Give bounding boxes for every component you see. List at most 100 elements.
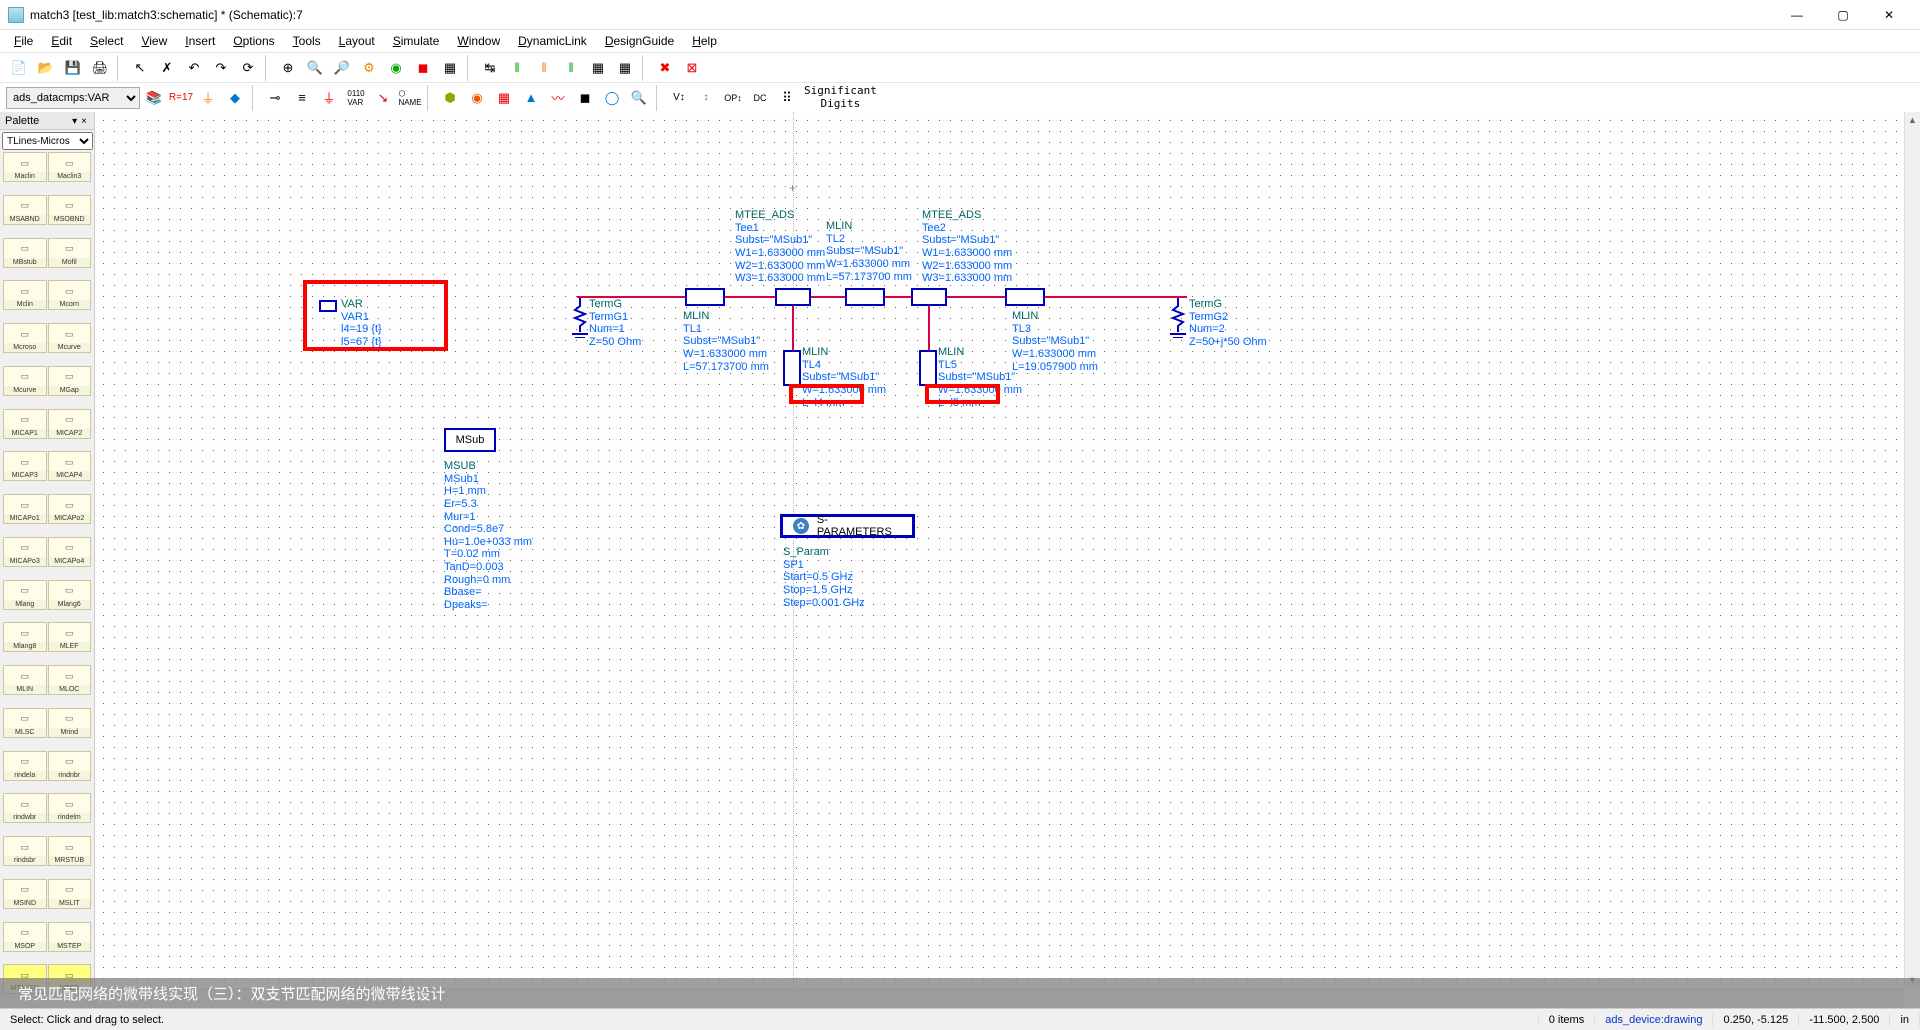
grid-button[interactable]: ▦ — [437, 55, 463, 81]
vertical-scrollbar[interactable]: ▲ ▼ — [1904, 112, 1920, 988]
palette-item-mcorn[interactable]: ▭Mcorn — [48, 280, 92, 310]
palette-item-rindela[interactable]: ▭rindela — [3, 751, 47, 781]
pin-button[interactable]: R=17 — [168, 85, 194, 111]
zoom-out-button[interactable]: 🔎 — [329, 55, 355, 81]
ground-button[interactable]: ⏚ — [195, 85, 221, 111]
palette-item-mofil[interactable]: ▭Mofil — [48, 238, 92, 268]
sim6-button[interactable]: ◼ — [572, 85, 598, 111]
termg2-symbol[interactable] — [1168, 298, 1188, 338]
palette-category-combo[interactable]: TLines-Micros — [2, 132, 93, 150]
sparam-block[interactable]: S_Param SP1 Start=0.5 GHzStop=1.5 GHzSte… — [783, 546, 865, 609]
palette-item-micapo4[interactable]: ▭MICAPo4 — [48, 537, 92, 567]
save-button[interactable]: 💾 — [60, 55, 86, 81]
palette-item-micapo1[interactable]: ▭MICAPo1 — [3, 494, 47, 524]
palette-item-micapo3[interactable]: ▭MICAPo3 — [3, 537, 47, 567]
status-layer[interactable]: ads_device:drawing — [1595, 1014, 1713, 1026]
termg2-block[interactable]: TermG TermG2 Num=2Z=50+j*50 Ohm — [1189, 298, 1267, 349]
menu-window[interactable]: Window — [449, 32, 508, 50]
tl3-block[interactable]: MLIN TL3 Subst="MSub1"W=1.633000 mmL=19.… — [1012, 310, 1098, 373]
sim5-button[interactable]: 〰 — [545, 85, 571, 111]
comp-box-tl4[interactable] — [783, 350, 801, 386]
text-button[interactable]: ↘ — [370, 85, 396, 111]
palette-item-msop[interactable]: ▭MSOP — [3, 922, 47, 952]
comp-box-tee1[interactable] — [775, 288, 811, 306]
msub-box[interactable]: MSub — [444, 428, 496, 452]
termg1-symbol[interactable] — [570, 298, 590, 338]
palette-item-msind[interactable]: ▭MSIND — [3, 879, 47, 909]
component-combo[interactable]: ads_datacmps:VAR — [6, 87, 140, 109]
menu-options[interactable]: Options — [225, 32, 282, 50]
sim7-button[interactable]: ◯ — [599, 85, 625, 111]
mirror2-button[interactable]: ‖ — [504, 55, 530, 81]
comp-box-tl2[interactable] — [845, 288, 885, 306]
print-button[interactable]: 🖨 — [87, 55, 113, 81]
palette-item-maclin3[interactable]: ▭Maclin3 — [48, 152, 92, 182]
palette-item-micap4[interactable]: ▭MICAP4 — [48, 451, 92, 481]
menu-edit[interactable]: Edit — [43, 32, 80, 50]
menu-layout[interactable]: Layout — [331, 32, 383, 50]
sim4-button[interactable]: ▲ — [518, 85, 544, 111]
msub-block[interactable]: MSUB MSub1 H=1 mmEr=5.3Mur=1Cond=5.8e7Hu… — [444, 460, 532, 612]
palette-item-mlsc[interactable]: ▭MLSC — [3, 708, 47, 738]
marker-dc-button[interactable]: DC — [747, 85, 773, 111]
marker-i-button[interactable]: ↕ — [693, 85, 719, 111]
bus-button[interactable]: ≡ — [289, 85, 315, 111]
var-icon[interactable] — [319, 300, 337, 312]
wire-button[interactable]: ⊸ — [262, 85, 288, 111]
palette-item-msabnd[interactable]: ▭MSABND — [3, 195, 47, 225]
zoom-fit-button[interactable]: ⚙ — [356, 55, 382, 81]
palette-item-mloc[interactable]: ▭MLOC — [48, 665, 92, 695]
palette-item-mlang8[interactable]: ▭Mlang8 — [3, 622, 47, 652]
palette-item-mslit[interactable]: ▭MSLIT — [48, 879, 92, 909]
palette-item-mrstub[interactable]: ▭MRSTUB — [48, 836, 92, 866]
palette-item-maclin[interactable]: ▭Maclin — [3, 152, 47, 182]
palette-item-mstep[interactable]: ▭MSTEP — [48, 922, 92, 952]
marker-v-button[interactable]: V↕ — [666, 85, 692, 111]
zoom-window-button[interactable]: ⊕ — [275, 55, 301, 81]
drc-button[interactable]: ✖ — [652, 55, 678, 81]
tl2-block[interactable]: MLIN TL2 Subst="MSub1"W=1.633000 mmL=57.… — [826, 220, 912, 283]
library-button[interactable]: 📚 — [141, 85, 167, 111]
menu-select[interactable]: Select — [82, 32, 131, 50]
redo-button[interactable]: ↷ — [208, 55, 234, 81]
sparam-header[interactable]: ✿ S-PARAMETERS — [780, 514, 915, 538]
palette-item-mcurve[interactable]: ▭Mcurve — [48, 323, 92, 353]
port-button[interactable]: ◆ — [222, 85, 248, 111]
var-button[interactable]: 0110VAR — [343, 85, 369, 111]
palette-item-micap2[interactable]: ▭MICAP2 — [48, 409, 92, 439]
palette-menu-icon[interactable]: ▾ — [70, 116, 79, 127]
palette-item-mlin[interactable]: ▭MLIN — [3, 665, 47, 695]
drc2-button[interactable]: ⊠ — [679, 55, 705, 81]
sim1-button[interactable]: ⬢ — [437, 85, 463, 111]
palette-item-mlang6[interactable]: ▭Mlang6 — [48, 580, 92, 610]
comp-box-tee2[interactable] — [911, 288, 947, 306]
palette-item-mcurve[interactable]: ▭Mcurve — [3, 366, 47, 396]
mtee2-block[interactable]: MTEE_ADS Tee2 Subst="MSub1"W1=1.633000 m… — [922, 209, 1012, 285]
menu-designguide[interactable]: DesignGuide — [597, 32, 682, 50]
menu-tools[interactable]: Tools — [285, 32, 329, 50]
var-block[interactable]: VAR VAR1 l4=19 {t}l5=67 {t} — [341, 298, 382, 349]
menu-simulate[interactable]: Simulate — [385, 32, 448, 50]
palette-item-rindelm[interactable]: ▭rindelm — [48, 793, 92, 823]
undo-button[interactable]: ↶ — [181, 55, 207, 81]
mirror3-button[interactable]: ‖ — [531, 55, 557, 81]
palette-item-mlang[interactable]: ▭Mlang — [3, 580, 47, 610]
sim2-button[interactable]: ◉ — [464, 85, 490, 111]
mtee1-block[interactable]: MTEE_ADS Tee1 Subst="MSub1"W1=1.633000 m… — [735, 209, 825, 285]
rotate-button[interactable]: ⟳ — [235, 55, 261, 81]
mirror4-button[interactable]: ‖ — [558, 55, 584, 81]
schematic-canvas[interactable]: + VAR VAR1 l4=19 {t}l5=67 {t} MSub MSUB … — [95, 112, 1904, 988]
open-button[interactable]: 📂 — [33, 55, 59, 81]
menu-view[interactable]: View — [133, 32, 175, 50]
menu-help[interactable]: Help — [684, 32, 725, 50]
menu-dynamiclink[interactable]: DynamicLink — [510, 32, 595, 50]
tl1-block[interactable]: MLIN TL1 Subst="MSub1"W=1.633000 mmL=57.… — [683, 310, 769, 373]
pan-button2[interactable]: ◼ — [410, 55, 436, 81]
palette-close-icon[interactable]: × — [79, 116, 89, 127]
palette-item-micap3[interactable]: ▭MICAP3 — [3, 451, 47, 481]
tuning-button[interactable]: 🔍 — [626, 85, 652, 111]
palette-item-mrind[interactable]: ▭Mrind — [48, 708, 92, 738]
palette-item-rindnbr[interactable]: ▭rindnbr — [48, 751, 92, 781]
pointer-button[interactable]: ↖ — [127, 55, 153, 81]
minimize-button[interactable]: — — [1774, 0, 1820, 30]
